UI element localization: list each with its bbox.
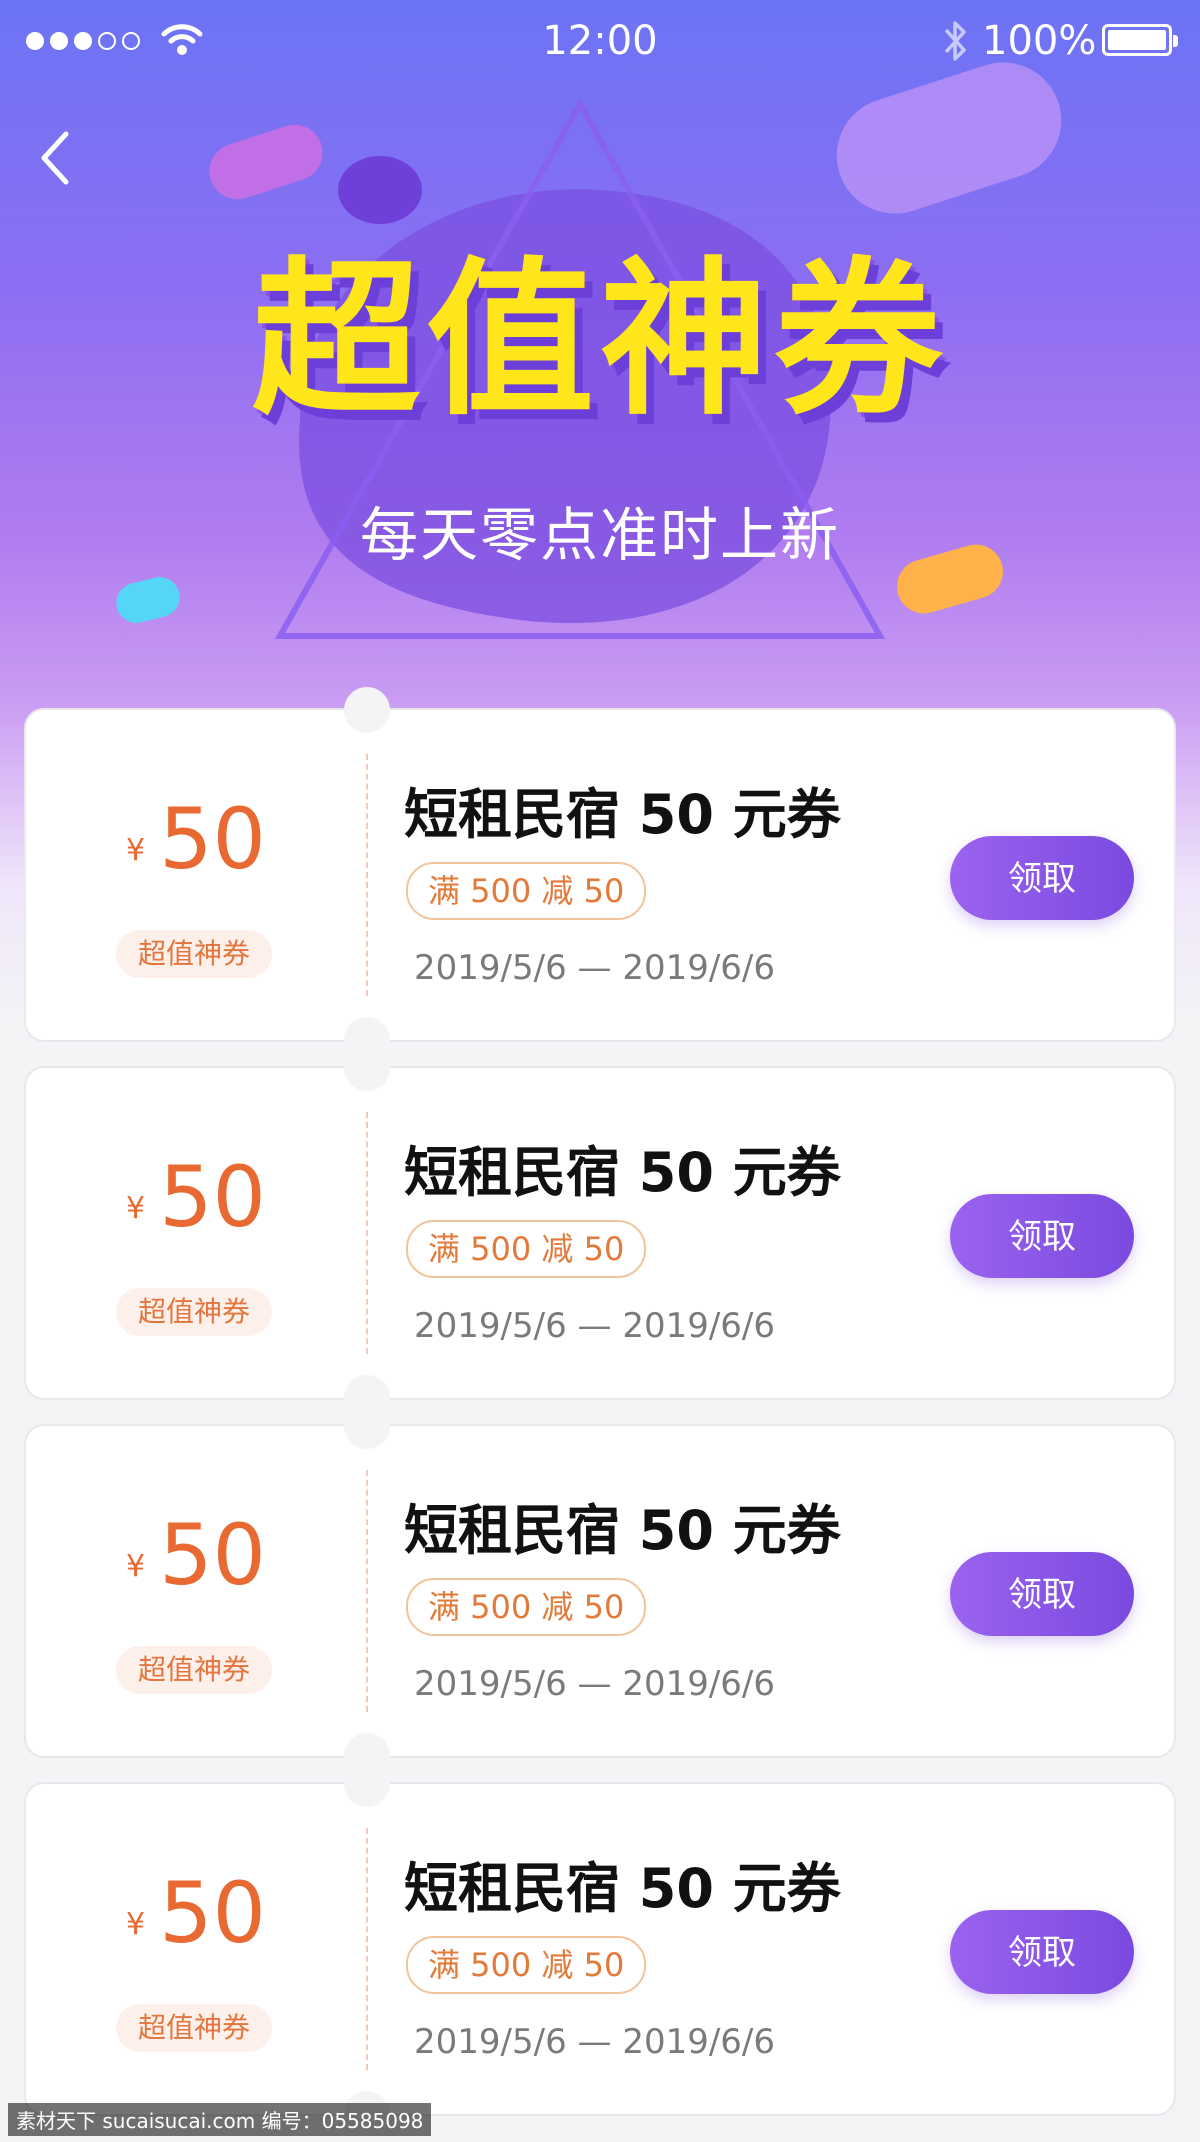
claim-button[interactable]: 领取 (950, 1910, 1134, 1994)
coupon-date-range: 2019/5/6 — 2019/6/6 (414, 1306, 776, 1346)
ticket-notch (344, 1761, 390, 1807)
coupon-card: ¥50 超值神券 短租民宿 50 元券 满 500 减 50 2019/5/6 … (26, 1761, 1174, 2137)
battery-icon (1102, 24, 1178, 56)
ticket-notch (344, 1403, 390, 1449)
ticket-notch (344, 687, 390, 733)
coupon-tag: 超值神券 (116, 1646, 272, 1694)
amount-value: 50 (159, 1864, 266, 1962)
coupon-title: 短租民宿 50 元券 (404, 783, 841, 846)
coupon-amount: ¥50 (126, 790, 266, 888)
coupon-amount: ¥50 (126, 1864, 266, 1962)
watermark: 素材天下 sucaisucai.com 编号：05585098 (8, 2103, 432, 2136)
amount-value: 50 (159, 790, 266, 888)
coupon-card: ¥50 超值神券 短租民宿 50 元券 满 500 减 50 2019/5/6 … (26, 1403, 1174, 1779)
dashed-divider (366, 1112, 368, 1354)
coupon-tag: 超值神券 (116, 1288, 272, 1336)
battery-percent: 100% (982, 18, 1097, 64)
dashed-divider (366, 1828, 368, 2070)
coupon-title: 短租民宿 50 元券 (404, 1857, 841, 1920)
coupon-amount: ¥50 (126, 1506, 266, 1604)
coupon-card: ¥50 超值神券 短租民宿 50 元券 满 500 减 50 2019/5/6 … (26, 687, 1174, 1063)
coupon-title: 短租民宿 50 元券 (404, 1499, 841, 1562)
amount-value: 50 (159, 1506, 266, 1604)
page-title: 超值神券 (252, 242, 948, 438)
claim-button[interactable]: 领取 (950, 836, 1134, 920)
back-chevron-icon[interactable] (36, 128, 76, 188)
coupon-date-range: 2019/5/6 — 2019/6/6 (414, 948, 776, 988)
coupon-tag: 超值神券 (116, 2004, 272, 2052)
coupon-amount: ¥50 (126, 1148, 266, 1246)
currency-symbol: ¥ (126, 833, 146, 868)
coupon-card: ¥50 超值神券 短租民宿 50 元券 满 500 减 50 2019/5/6 … (26, 1045, 1174, 1421)
currency-symbol: ¥ (126, 1907, 146, 1942)
coupon-rule-badge: 满 500 减 50 (406, 1578, 647, 1636)
coupon-date-range: 2019/5/6 — 2019/6/6 (414, 2022, 776, 2062)
currency-symbol: ¥ (126, 1549, 146, 1584)
page-subtitle: 每天零点准时上新 (359, 501, 840, 569)
claim-button[interactable]: 领取 (950, 1194, 1134, 1278)
coupon-rule-badge: 满 500 减 50 (406, 1936, 647, 1994)
status-bar: 12:00 100% (0, 0, 1200, 88)
coupon-title: 短租民宿 50 元券 (404, 1141, 841, 1204)
coupon-rule-badge: 满 500 减 50 (406, 862, 647, 920)
dashed-divider (366, 1470, 368, 1712)
ticket-notch (344, 1045, 390, 1091)
coupon-tag: 超值神券 (116, 930, 272, 978)
coupon-date-range: 2019/5/6 — 2019/6/6 (414, 1664, 776, 1704)
bluetooth-icon (944, 21, 966, 61)
currency-symbol: ¥ (126, 1191, 146, 1226)
claim-button[interactable]: 领取 (950, 1552, 1134, 1636)
amount-value: 50 (159, 1148, 266, 1246)
coupon-rule-badge: 满 500 减 50 (406, 1220, 647, 1278)
dashed-divider (366, 754, 368, 996)
